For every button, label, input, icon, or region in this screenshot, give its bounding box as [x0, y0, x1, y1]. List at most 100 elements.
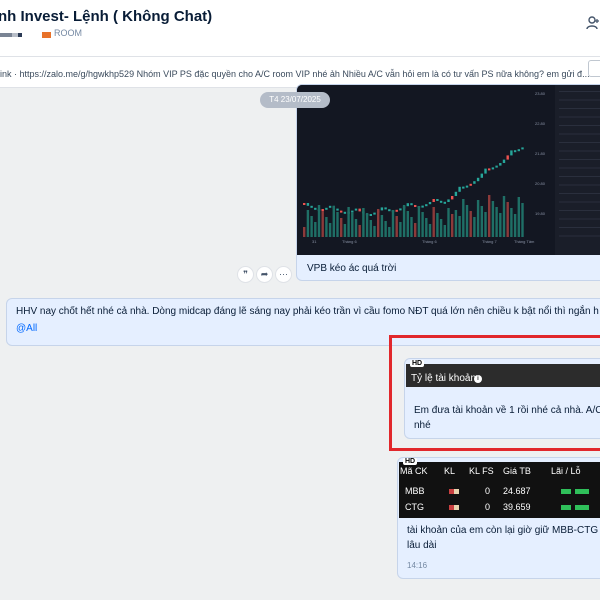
row-ticker: CTG	[405, 502, 424, 512]
chart-volume-bar	[377, 209, 380, 237]
chart-candle	[436, 199, 439, 201]
chart-candle	[517, 149, 520, 152]
svg-text:22.80: 22.80	[535, 121, 546, 126]
chart-candle	[399, 208, 402, 211]
chart-image-message[interactable]: 23.80 22.80 21.80 20.80 19.80 31 Tháng 6 Thán…	[296, 84, 600, 281]
chart-volume-bar	[351, 213, 354, 237]
row-avg-price: 39.659	[503, 502, 531, 512]
chart-candle	[502, 159, 506, 163]
chart-candle	[454, 191, 458, 196]
chart-candle	[310, 205, 313, 208]
chart-volume-bar	[343, 224, 347, 237]
chart-volume-bar	[365, 214, 369, 237]
chart-volume-bar	[373, 226, 376, 237]
chart-candle	[306, 203, 310, 206]
svg-text:Tháng 6: Tháng 6	[422, 239, 437, 244]
pinned-expand-button[interactable]	[588, 60, 600, 77]
redacted-pnl	[561, 489, 589, 494]
pinned-message-text[interactable]: link · https://zalo.me/g/hgwkhp529 Nhóm …	[0, 69, 590, 79]
column-header-ticker: Mã CK	[400, 466, 428, 476]
chart-volume-bar	[384, 221, 387, 237]
chart-candle	[421, 205, 424, 208]
chart-table-line	[559, 193, 600, 194]
chart-candle	[369, 214, 372, 216]
chart-volume-bar	[402, 205, 406, 237]
chart-candle	[491, 167, 495, 170]
chart-volume-bar	[325, 217, 328, 237]
chart-volume-bar	[358, 225, 361, 237]
chart-candle	[321, 209, 324, 211]
member-avatars[interactable]	[0, 33, 22, 37]
chart-candle	[458, 186, 461, 192]
chart-candle	[410, 203, 413, 206]
chart-volume-bar	[303, 227, 306, 237]
chart-volume-bar	[502, 196, 506, 237]
group-title[interactable]: nh Invest- Lệnh ( Không Chat)	[0, 8, 212, 25]
chart-table-line	[559, 133, 600, 135]
column-header-pnl: Lãi / Lỗ	[551, 466, 581, 476]
chart-table-line	[559, 218, 600, 220]
chart-volume-bar	[513, 214, 517, 237]
chart-volume-bar	[388, 227, 391, 237]
column-header-volume: KL	[444, 466, 456, 476]
chart-table-line	[559, 150, 600, 152]
svg-text:Tháng Tâm: Tháng Tâm	[514, 239, 535, 244]
chart-candle	[476, 177, 480, 182]
chart-volume-bar	[425, 218, 428, 237]
chart-candle	[495, 165, 498, 168]
chart-table-line	[559, 201, 600, 203]
chart-volume-bar	[432, 207, 435, 237]
message-text: tài khoản của em còn lại giờ giữ MBB-CTG…	[407, 523, 600, 553]
chart-volume-bar	[443, 225, 446, 237]
hd-badge: HD	[403, 458, 418, 465]
mention-all-link[interactable]: @All	[16, 323, 37, 334]
chart-volume-bar	[458, 216, 461, 237]
chart-volume-bar	[473, 217, 476, 237]
chart-volume-bar	[517, 197, 520, 237]
chart-candle	[499, 163, 502, 166]
chart-volume-bar	[451, 214, 454, 237]
chart-candle	[465, 185, 469, 188]
chart-candle	[443, 201, 446, 204]
chart-volume-bar	[488, 195, 491, 237]
chart-volume-bar	[347, 207, 350, 237]
svg-text:Tháng 6: Tháng 6	[342, 239, 357, 244]
chart-volume-bar	[436, 213, 439, 237]
chart-volume-bar	[462, 199, 465, 237]
row-avg-price: 24.687	[503, 486, 531, 496]
chart-candle	[469, 183, 472, 186]
portfolio-message[interactable]: Mã CK KL KL FS Giá TB Lãi / Lỗ MBB 0 24.…	[397, 457, 600, 579]
redacted-pnl	[561, 505, 589, 510]
chart-volume-bar	[395, 216, 398, 237]
svg-text:21.80: 21.80	[535, 151, 546, 156]
chart-candle	[513, 150, 517, 153]
chart-table-line	[559, 108, 600, 109]
date-separator: T4 23/07/2025	[260, 92, 330, 108]
column-header-avg-price: Giá TB	[503, 466, 531, 476]
chart-volume-bar	[480, 206, 483, 237]
chart-candle	[395, 209, 398, 212]
chart-candle	[314, 207, 317, 210]
share-icon[interactable]: ➦	[256, 266, 273, 283]
chart-candle	[462, 186, 465, 189]
chart-candle	[328, 205, 332, 208]
chart-candle	[521, 147, 524, 150]
chart-volume-bar	[314, 222, 317, 237]
chart-volume-bar	[447, 208, 450, 237]
chart-volume-bar	[328, 223, 332, 237]
more-options-icon[interactable]: ···	[275, 266, 292, 283]
chart-volume-bar	[428, 224, 432, 237]
svg-text:19.80: 19.80	[535, 211, 546, 216]
chart-volume-bar	[332, 206, 335, 237]
portfolio-table-image[interactable]: Mã CK KL KL FS Giá TB Lãi / Lỗ MBB 0 24.…	[399, 462, 600, 518]
chart-candle	[414, 205, 417, 207]
chart-candle	[447, 199, 450, 202]
redacted-volume	[449, 489, 459, 494]
chart-table-line	[559, 142, 600, 143]
stock-chart-image[interactable]: 23.80 22.80 21.80 20.80 19.80 31 Tháng 6 Thán…	[297, 85, 600, 255]
chart-volume-bar	[380, 215, 384, 237]
chart-table-line	[559, 116, 600, 118]
chart-volume-bar	[336, 212, 339, 237]
add-member-icon[interactable]	[586, 16, 600, 30]
quote-icon[interactable]: ❞	[237, 266, 254, 283]
